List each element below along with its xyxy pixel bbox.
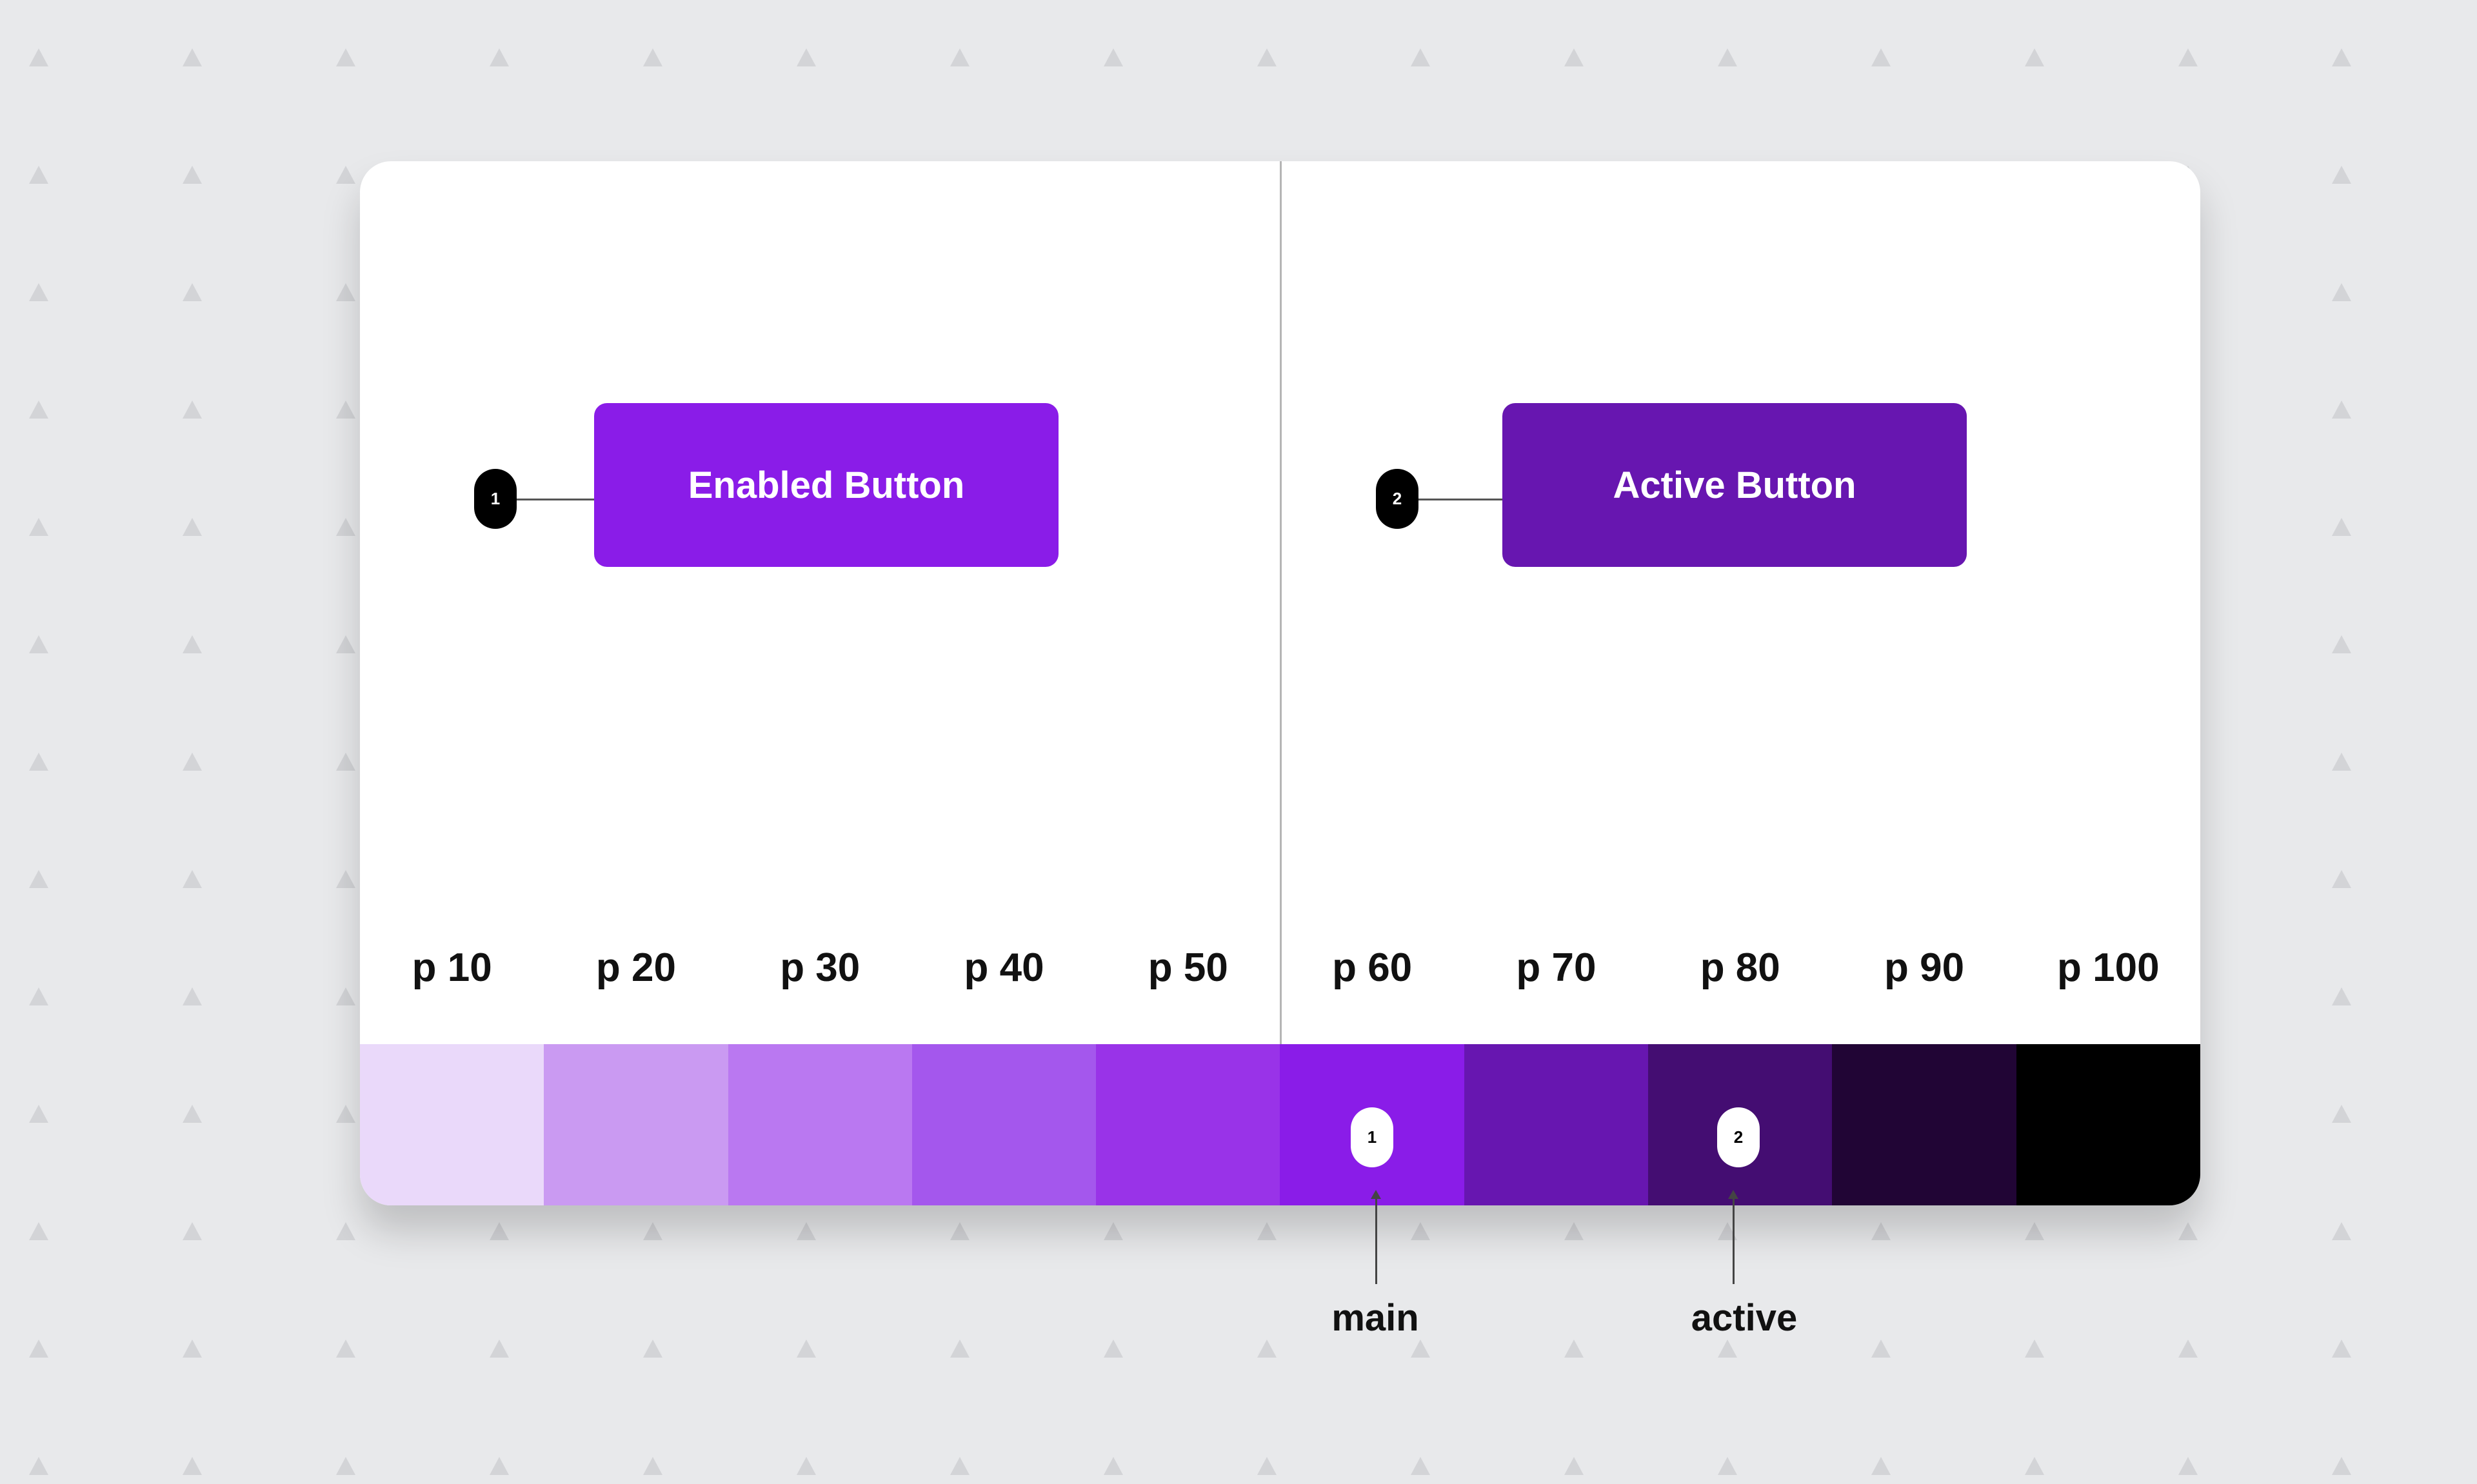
divider [1280, 161, 1282, 1044]
enabled-button-label: Enabled Button [688, 464, 965, 506]
palette-label: p 20 [595, 945, 676, 990]
palette-label: p 60 [1332, 945, 1413, 990]
annotation-main: main [1331, 1297, 1419, 1339]
swatch-p20 [544, 1044, 728, 1205]
swatch-badge-2: 2 [1717, 1107, 1760, 1167]
badge-number: 2 [1733, 1127, 1744, 1147]
badge-number: 1 [490, 489, 501, 508]
palette-swatches [360, 1044, 2200, 1205]
palette-label: p 80 [1700, 945, 1780, 990]
state-badge-1: 1 [474, 469, 517, 529]
active-button[interactable]: Active Button [1502, 403, 1967, 567]
swatch-p50 [1096, 1044, 1280, 1205]
annotation-active: active [1691, 1297, 1798, 1339]
swatch-badge-1: 1 [1351, 1107, 1393, 1167]
arrow-up-icon [1728, 1190, 1738, 1284]
palette-label: p 70 [1516, 945, 1597, 990]
swatch-p10 [360, 1044, 544, 1205]
palette-labels: p 10 p 20 p 30 p 40 p 50 p 60 p 70 p 80 … [360, 945, 2200, 991]
palette-label: p 40 [964, 945, 1044, 990]
active-button-label: Active Button [1613, 464, 1856, 506]
palette-label: p 30 [780, 945, 860, 990]
palette-label: p 100 [2057, 945, 2160, 990]
enabled-button[interactable]: Enabled Button [594, 403, 1059, 567]
badge-number: 1 [1367, 1127, 1377, 1147]
swatch-p30 [728, 1044, 912, 1205]
palette-label: p 50 [1148, 945, 1228, 990]
swatch-p40 [911, 1044, 1097, 1205]
swatch-p90 [1832, 1044, 2016, 1205]
badge-number: 2 [1392, 489, 1402, 508]
swatch-p100 [2016, 1044, 2200, 1205]
state-badge-2: 2 [1376, 469, 1418, 529]
palette-label: p 10 [412, 945, 492, 990]
palette-label: p 90 [1884, 945, 1965, 990]
swatch-p70 [1464, 1044, 1649, 1205]
color-state-card: 1 Enabled Button 2 Active Button p 10 p … [360, 161, 2200, 1205]
arrow-up-icon [1371, 1190, 1381, 1284]
